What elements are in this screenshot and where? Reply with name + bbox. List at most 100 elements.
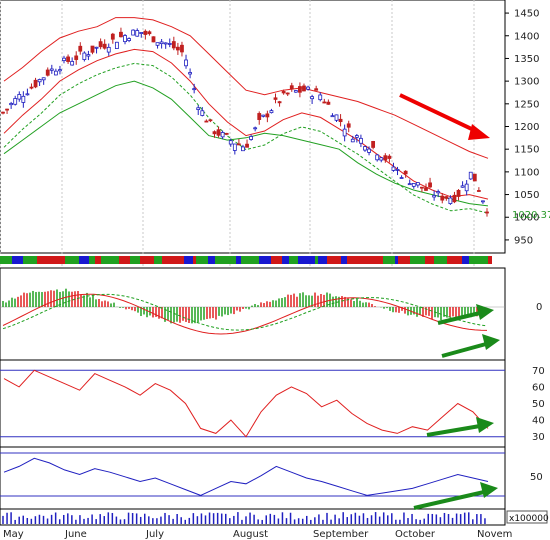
price-tick: 1200 [514,122,539,133]
candle-body [407,183,412,186]
volume-unit-label: x100000 [509,514,549,524]
strip-segment [462,256,469,264]
candle-body [127,38,131,41]
candle-body [192,88,197,91]
candle-body [403,170,408,175]
strip-segment [425,256,434,264]
strip-segment [113,256,119,264]
candle-body [424,187,428,191]
candle-body [102,43,107,49]
strip-segment [227,256,232,264]
candle-body [436,191,441,194]
candle-body [188,72,192,75]
strip-segment [241,256,247,264]
strip-segment [355,256,367,264]
x-axis-label: September [313,529,369,540]
candle-body [90,45,95,53]
stock-chart: 9501000105011001150120012501300135014001… [0,0,550,540]
strip-segment [271,256,282,264]
candle-body [350,138,355,143]
price-tick: 1250 [514,99,539,110]
strip-segment [447,256,451,264]
strip-segment [298,256,310,264]
candle-body [472,173,477,182]
candle-body [110,33,115,40]
candle-body [135,30,140,37]
candle-body [70,61,75,66]
candle-body [119,31,123,38]
candle-body [375,154,380,161]
candle-body [180,44,184,53]
candle-body [41,77,46,81]
indicator-1-tick: 40 [532,416,545,427]
candle-body [420,186,424,189]
strip-segment [0,256,12,264]
strip-segment [341,256,347,264]
strip-segment [315,256,318,264]
candle-body [265,113,270,118]
candle-body [330,115,335,118]
strip-segment [70,256,79,264]
candle-body [277,101,282,104]
strip-segment [415,256,425,264]
x-axis-label: August [233,529,268,540]
candle-body [13,98,18,105]
candle-body [123,35,127,43]
candle-body [322,101,327,104]
strip-segment [221,256,227,264]
price-tick: 950 [514,235,533,246]
candle-body [334,114,339,121]
price-tick: 1050 [514,190,539,201]
candle-body [281,91,286,94]
strip-segment [289,256,298,264]
strip-segment [247,256,256,264]
indicator-1-tick: 60 [532,382,545,393]
strip-segment [95,256,101,264]
strip-segment [478,256,488,264]
candle-body [367,148,371,153]
candle-body [200,110,205,116]
candle-body [241,146,245,152]
candle-body [444,196,449,199]
candle-body [167,43,172,45]
candle-body [338,118,343,123]
candle-body [314,88,319,91]
strip-segment [208,256,215,264]
strip-segment [65,256,70,264]
candle-body [114,41,119,49]
strip-segment [268,256,271,264]
x-axis-label: October [395,529,436,540]
strip-segment [469,256,478,264]
candle-body [481,200,485,203]
strip-segment [437,256,447,264]
candle-body [66,56,70,62]
price-tick: 1150 [514,145,539,156]
candle-body [245,143,249,148]
x-axis-labels: May June July August September October Novem [3,529,512,540]
candle-body [208,119,213,122]
price-tick: 1450 [514,9,539,20]
candle-body [196,107,201,110]
strip-segment [451,256,462,264]
candle-body [9,103,14,106]
candle-body [310,96,315,100]
strip-segment [347,256,355,264]
strip-segment [162,256,173,264]
strip-segment [373,256,383,264]
trend-color-strip [0,256,492,264]
strip-segment [383,256,395,264]
candle-body [216,129,221,136]
candle-body [143,30,148,35]
candle-body [249,136,254,140]
candle-body [224,132,229,135]
candle-body [363,146,367,151]
indicator-1-ticks: 30 40 50 60 70 [532,366,545,443]
candle-body [139,32,144,34]
candle-body [29,86,34,89]
candle-body [257,113,262,120]
candle-body [175,46,180,51]
candle-body [74,55,79,60]
price-tick: 1400 [514,31,539,42]
candle-body [212,131,217,135]
candle-body [184,59,188,67]
